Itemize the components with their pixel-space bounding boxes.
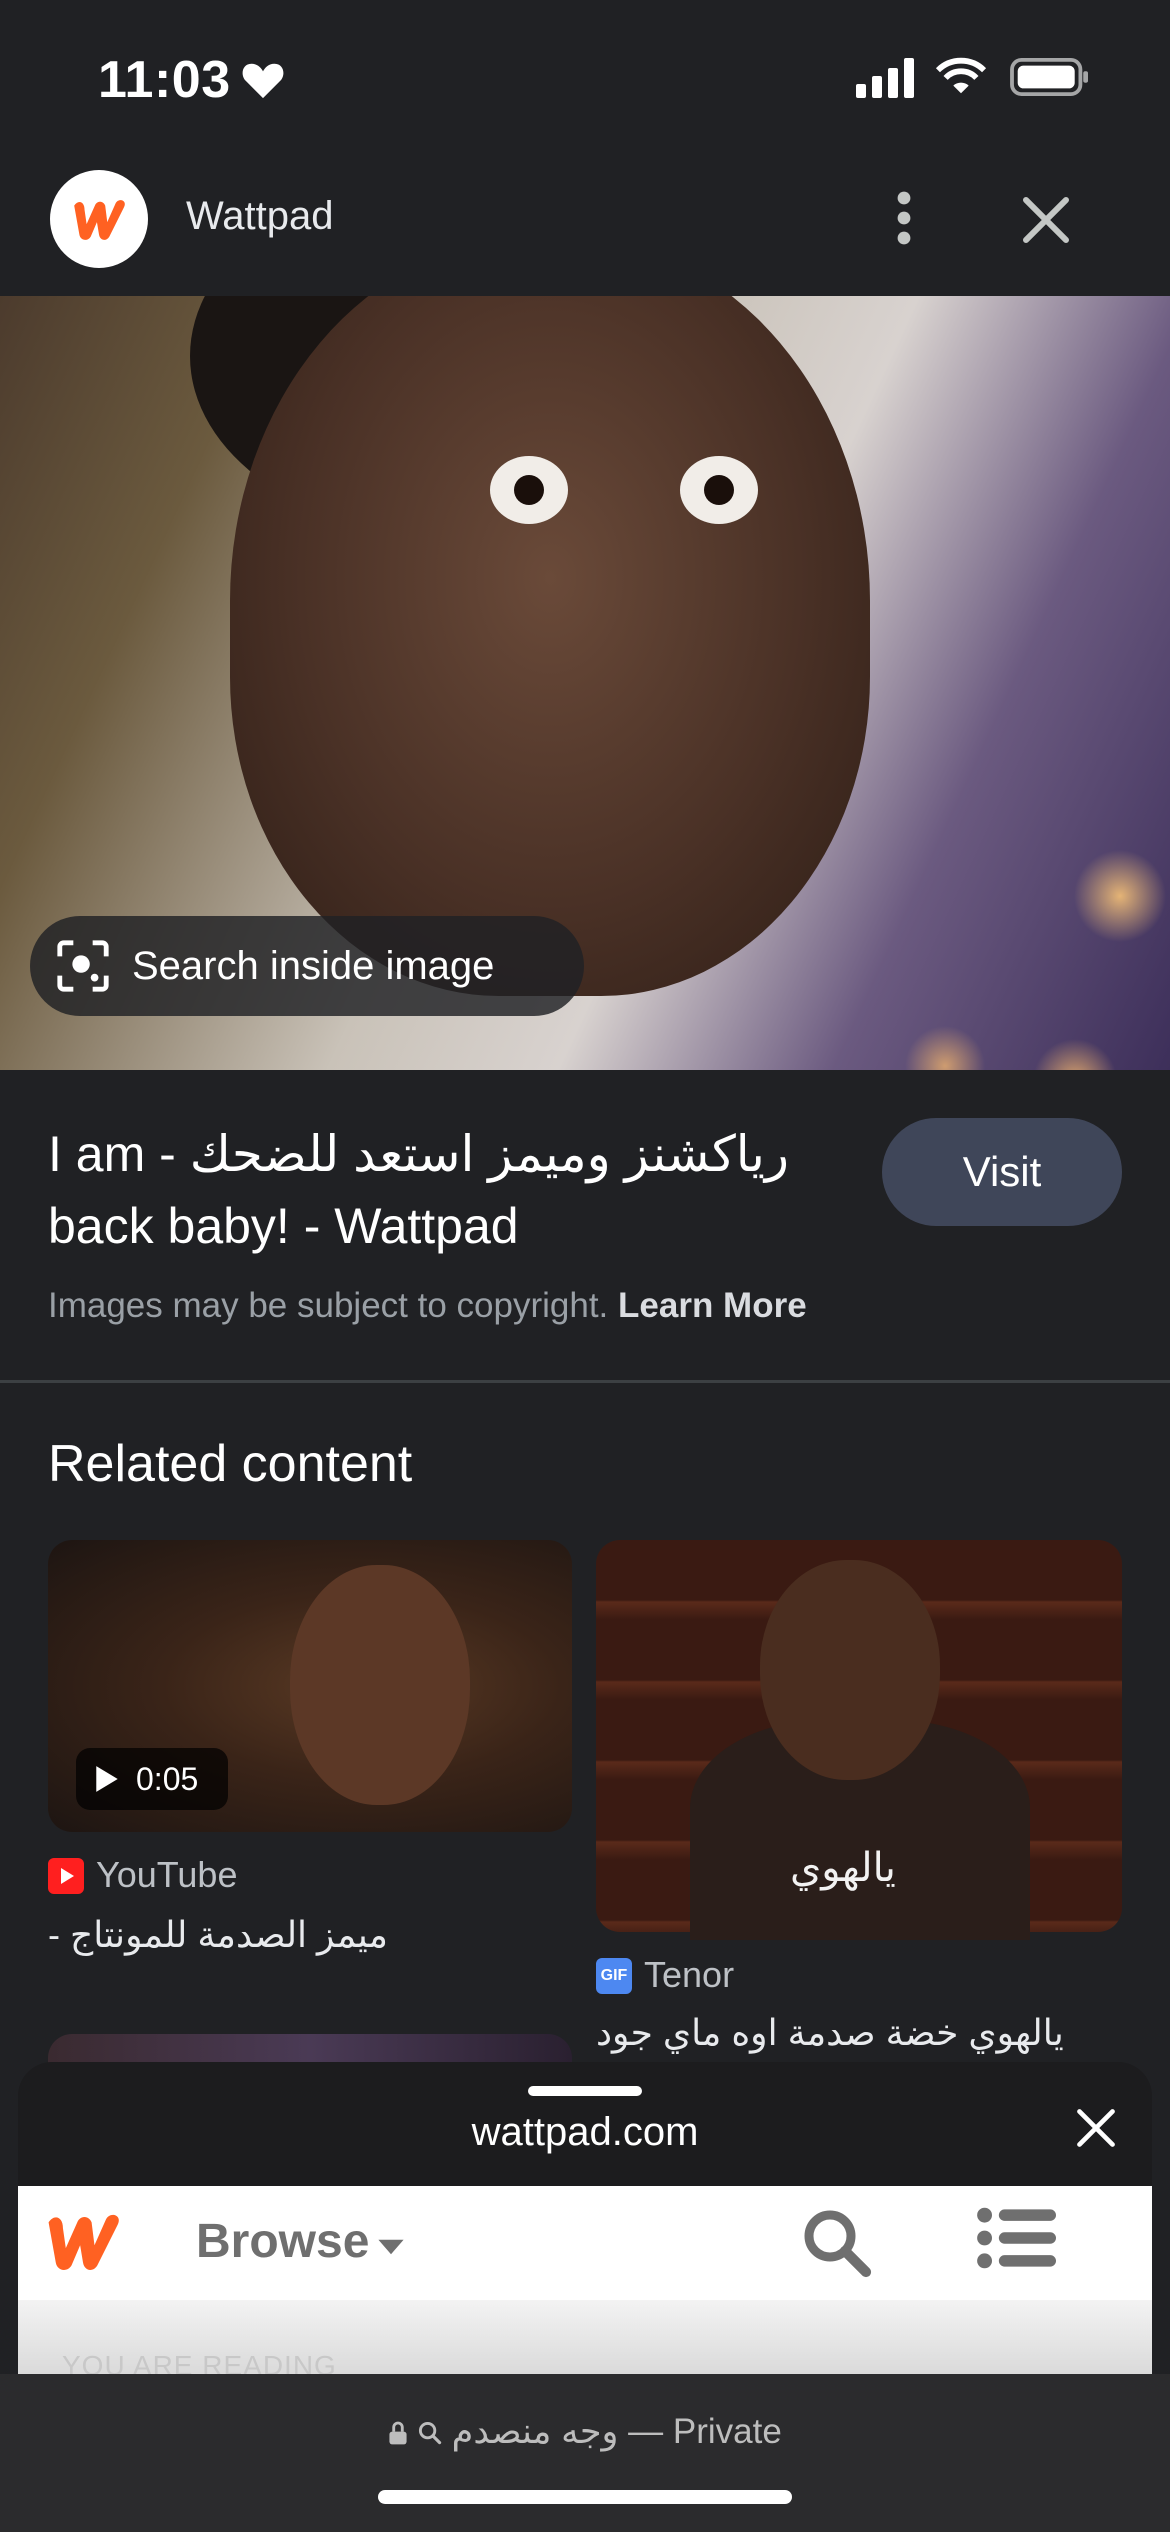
- play-icon: [96, 1766, 118, 1792]
- sheet-close-icon[interactable]: [1074, 2106, 1118, 2150]
- learn-more-link[interactable]: Learn More: [618, 1286, 807, 1325]
- sheet-domain: wattpad.com: [471, 2110, 699, 2154]
- youtube-icon: [48, 1858, 84, 1894]
- copyright-text: Images may be subject to copyright.: [48, 1286, 609, 1325]
- search-small-icon: [418, 2421, 442, 2445]
- video-duration: 0:05: [136, 1760, 199, 1797]
- url-text: وجه منصدم — Private: [451, 2412, 782, 2451]
- header-title: Wattpad: [186, 194, 334, 238]
- search-inside-image-button[interactable]: Search inside image: [30, 916, 584, 1016]
- image-eye-left: [490, 456, 568, 524]
- wifi-icon: [936, 57, 986, 94]
- home-indicator[interactable]: [378, 2490, 792, 2504]
- thumbnail-face-shape: [290, 1565, 470, 1805]
- source-label-2: Tenor: [644, 1954, 735, 1995]
- tenor-gif-icon: GIF: [596, 1958, 632, 1994]
- related-card-caption-1[interactable]: ميمز الصدمة للمونتاج -: [48, 1914, 572, 1956]
- close-icon[interactable]: [1016, 190, 1076, 250]
- related-content-heading: Related content: [48, 1435, 413, 1493]
- more-options-icon[interactable]: [880, 188, 928, 248]
- video-duration-badge: 0:05: [76, 1748, 228, 1810]
- address-bar[interactable]: وجه منصدم — Private: [0, 2412, 1170, 2452]
- browse-menu[interactable]: Browse: [196, 2214, 369, 2269]
- search-inside-image-label: Search inside image: [132, 943, 495, 988]
- list-menu-icon[interactable]: [976, 2206, 1056, 2270]
- status-time: 11:03: [98, 51, 231, 109]
- signal-icon: [856, 58, 914, 98]
- browser-bottom-bar[interactable]: [0, 2374, 1170, 2532]
- result-title[interactable]: I am - رياكشنز وميمز استعد للضحك back ba…: [48, 1118, 838, 1262]
- image-eye-right: [680, 456, 758, 524]
- chevron-down-icon: [378, 2239, 404, 2255]
- wattpad-logo: [50, 170, 148, 268]
- heart-icon: [242, 63, 284, 99]
- battery-icon: [1010, 58, 1088, 96]
- search-icon[interactable]: [800, 2206, 872, 2278]
- copyright-notice: Images may be subject to copyright. Lear…: [48, 1286, 807, 1326]
- lens-icon: [57, 940, 109, 992]
- wattpad-logo-icon[interactable]: [40, 2206, 126, 2276]
- gif-overlay-text: يالهوي: [790, 1846, 896, 1890]
- thumbnail-face-shape: [760, 1560, 940, 1780]
- visit-button[interactable]: Visit: [882, 1118, 1122, 1226]
- source-label-1: YouTube: [96, 1854, 238, 1895]
- sheet-grabber[interactable]: [528, 2086, 642, 2096]
- image-face-shape: [230, 296, 870, 996]
- section-divider: [0, 1380, 1170, 1383]
- related-card-caption-2[interactable]: يالهوي خضة صدمة اوه ماي جود: [596, 2012, 1120, 2058]
- wattpad-w-icon: [74, 200, 125, 240]
- lock-icon: [389, 2421, 407, 2445]
